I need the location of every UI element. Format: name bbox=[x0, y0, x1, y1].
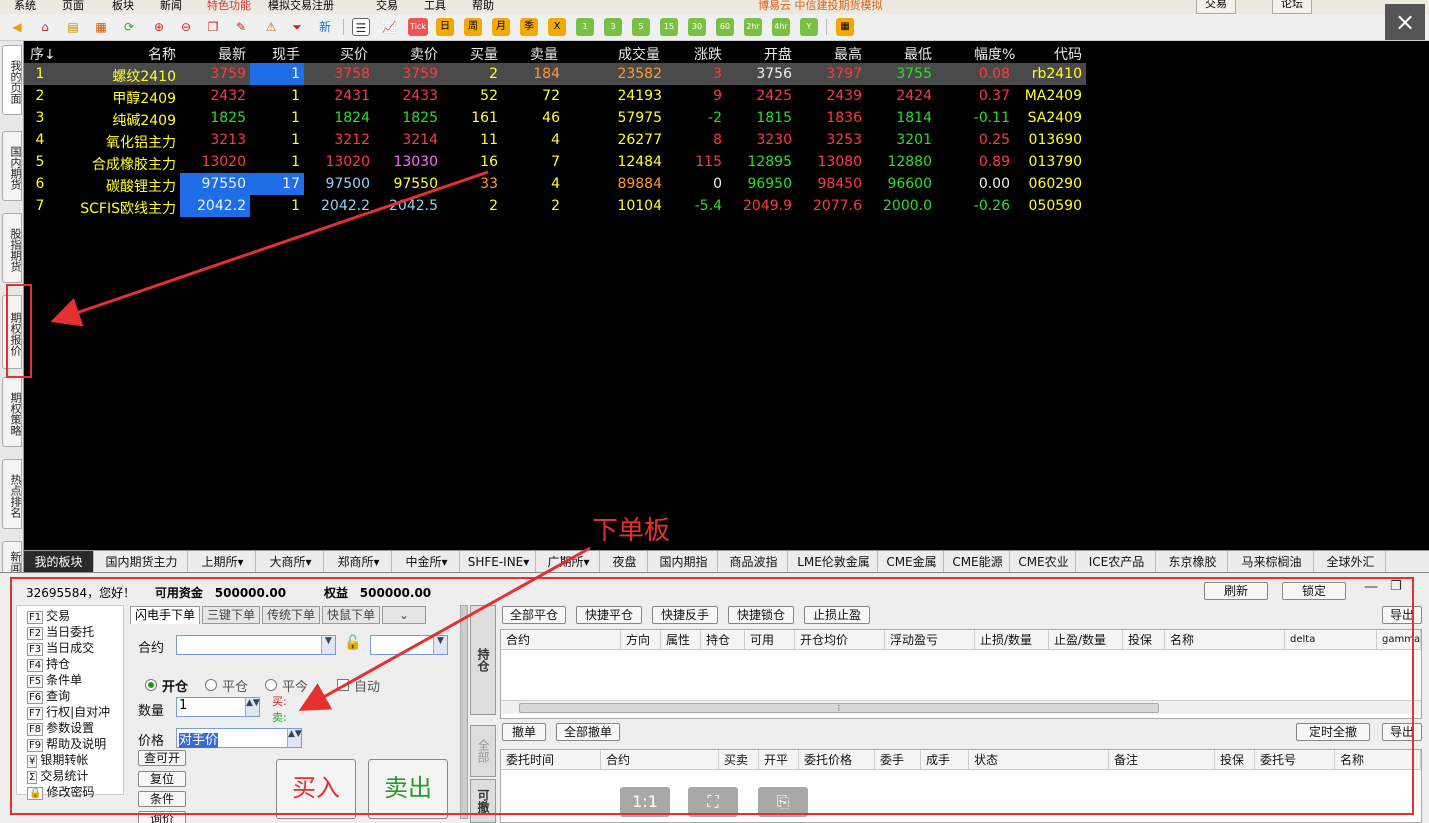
mtab-forex[interactable]: 全球外汇 bbox=[1316, 551, 1386, 573]
menu-sector[interactable]: 板块 bbox=[112, 0, 134, 13]
vtab-hot-ranking[interactable]: 热点排名 bbox=[2, 459, 22, 529]
period-week[interactable]: 周 bbox=[464, 18, 482, 36]
forum-top-button[interactable]: 论坛 bbox=[1272, 0, 1312, 14]
menu-page[interactable]: 页面 bbox=[62, 0, 84, 13]
col-seq[interactable]: 序↓ bbox=[30, 44, 56, 64]
table-row[interactable]: 1 螺纹2410 3759 1 3758 3759 2 184 23582 3 … bbox=[24, 63, 1086, 85]
mtab-night[interactable]: 夜盘 bbox=[602, 551, 648, 573]
table-row[interactable]: 2 甲醇2409 2432 1 2431 2433 52 72 24193 9 … bbox=[24, 85, 1086, 107]
menu-sim-register[interactable]: 模拟交易注册 bbox=[268, 0, 334, 13]
close-icon[interactable]: × bbox=[1385, 4, 1425, 40]
col-open[interactable]: 开盘 bbox=[764, 44, 792, 64]
trade-top-button[interactable]: 交易 bbox=[1196, 0, 1236, 14]
menu-features[interactable]: 特色功能 bbox=[207, 0, 251, 13]
mtab-my-sector[interactable]: 我的板块 bbox=[24, 551, 94, 573]
col-ask[interactable]: 卖价 bbox=[410, 44, 438, 64]
period-day[interactable]: 日 bbox=[436, 18, 454, 36]
home-icon[interactable]: ⌂ bbox=[36, 18, 54, 36]
menu-system[interactable]: 系统 bbox=[14, 0, 36, 13]
period-60m[interactable]: 60 bbox=[716, 18, 734, 36]
mtab-shfe[interactable]: 上期所▾ bbox=[190, 551, 256, 573]
period-5m[interactable]: 5 bbox=[632, 18, 650, 36]
zoom-in-icon[interactable]: ⊕ bbox=[150, 18, 168, 36]
table-row[interactable]: 3 纯碱2409 1825 1 1824 1825 161 46 57975 -… bbox=[24, 107, 1086, 129]
period-1m[interactable]: 1 bbox=[576, 18, 594, 36]
app-window: 系统 页面 板块 新闻 特色功能 模拟交易注册 交易 工具 帮助 博易云 中信建… bbox=[0, 0, 1429, 823]
mtab-cffex[interactable]: 中金所▾ bbox=[394, 551, 460, 573]
filter-icon[interactable]: ⏷ bbox=[288, 18, 306, 36]
col-bid[interactable]: 买价 bbox=[340, 44, 368, 64]
quote-table-header: 序↓ 名称 最新 现手 买价 卖价 买量 卖量 成交量 涨跌 开盘 最高 最低 … bbox=[24, 41, 1424, 63]
folder-icon[interactable]: ▤ bbox=[64, 18, 82, 36]
order-panel-annotation: 下单板 bbox=[592, 516, 671, 546]
mtab-czce[interactable]: 郑商所▾ bbox=[326, 551, 392, 573]
tick-button[interactable]: Tick bbox=[408, 18, 428, 36]
col-high[interactable]: 最高 bbox=[834, 44, 862, 64]
period-30m[interactable]: 30 bbox=[688, 18, 706, 36]
mtab-vol-index[interactable]: 商品波指 bbox=[720, 551, 788, 573]
col-pct[interactable]: 幅度% bbox=[974, 44, 1015, 64]
col-last[interactable]: 最新 bbox=[218, 44, 246, 64]
table-row[interactable]: 4 氧化铝主力 3213 1 3212 3214 11 4 26277 8 32… bbox=[24, 129, 1086, 151]
period-3m[interactable]: 3 bbox=[604, 18, 622, 36]
mtab-cme-agri[interactable]: CME农业 bbox=[1012, 551, 1076, 573]
highlight-box-option-quotes bbox=[6, 284, 32, 378]
pen-icon[interactable]: ✎ bbox=[232, 18, 250, 36]
mtab-lme[interactable]: LME伦敦金属 bbox=[790, 551, 878, 573]
calc-icon[interactable]: ▦ bbox=[836, 18, 854, 36]
list-view-icon[interactable]: ☰ bbox=[352, 18, 370, 36]
menu-help[interactable]: 帮助 bbox=[472, 0, 494, 13]
mtab-index-futures[interactable]: 国内期指 bbox=[650, 551, 718, 573]
mtab-shfe-ine[interactable]: SHFE-INE▾ bbox=[462, 551, 536, 573]
table-row[interactable]: 6 碳酸锂主力 97550 17 97500 97550 33 4 89884 … bbox=[24, 173, 1086, 195]
promo-text: 博易云 中信建投期货模拟 bbox=[758, 0, 883, 12]
period-year[interactable]: Y bbox=[800, 18, 818, 36]
col-name[interactable]: 名称 bbox=[148, 44, 176, 64]
col-vol-now[interactable]: 现手 bbox=[272, 44, 300, 64]
menu-trade[interactable]: 交易 bbox=[376, 0, 398, 13]
mtab-ice-agri[interactable]: ICE农产品 bbox=[1078, 551, 1156, 573]
period-season[interactable]: 季 bbox=[520, 18, 538, 36]
mtab-tokyo-rubber[interactable]: 东京橡胶 bbox=[1158, 551, 1228, 573]
table-row[interactable]: 7 SCFIS欧线主力 2042.2 1 2042.2 2042.5 2 2 1… bbox=[24, 195, 1086, 217]
mtab-palm-oil[interactable]: 马来棕榈油 bbox=[1230, 551, 1314, 573]
period-month[interactable]: 月 bbox=[492, 18, 510, 36]
mtab-main-contracts[interactable]: 国内期货主力 bbox=[96, 551, 188, 573]
f10-icon[interactable]: ▦ bbox=[92, 18, 110, 36]
vtab-index-futures[interactable]: 股指期货 bbox=[2, 213, 22, 283]
chart-icon[interactable]: 📈 bbox=[380, 18, 398, 36]
period-4hr[interactable]: 4hr bbox=[772, 18, 790, 36]
menu-tools[interactable]: 工具 bbox=[424, 0, 446, 13]
menu-bar: 系统 页面 板块 新闻 特色功能 模拟交易注册 交易 工具 帮助 博易云 中信建… bbox=[0, 0, 1429, 14]
col-volume[interactable]: 成交量 bbox=[618, 44, 660, 64]
period-2hr[interactable]: 2hr bbox=[744, 18, 762, 36]
col-bid-qty[interactable]: 买量 bbox=[470, 44, 498, 64]
vtab-domestic-futures[interactable]: 国内期货 bbox=[2, 131, 22, 201]
col-code[interactable]: 代码 bbox=[1054, 44, 1082, 64]
col-ask-qty[interactable]: 卖量 bbox=[530, 44, 558, 64]
toolbar: ◀ ⌂ ▤ ▦ ⟳ ⊕ ⊖ ❐ ✎ ⚠ ⏷ 新 ☰ 📈 Tick 日 周 月 季… bbox=[0, 14, 1429, 41]
vtab-option-strategy[interactable]: 期权策略 bbox=[2, 377, 22, 447]
back-arrow-icon[interactable]: ◀ bbox=[8, 18, 26, 36]
windows-icon[interactable]: ❐ bbox=[204, 18, 222, 36]
alert-icon[interactable]: ⚠ bbox=[262, 18, 280, 36]
period-15m[interactable]: 15 bbox=[660, 18, 678, 36]
menu-news[interactable]: 新闻 bbox=[160, 0, 182, 13]
col-low[interactable]: 最低 bbox=[904, 44, 932, 64]
mtab-gfex[interactable]: 广期所▾ bbox=[538, 551, 600, 573]
market-tabs: 我的板块 国内期货主力 上期所▾ 大商所▾ 郑商所▾ 中金所▾ SHFE-INE… bbox=[24, 550, 1429, 573]
col-change[interactable]: 涨跌 bbox=[694, 44, 722, 64]
table-row[interactable]: 5 合成橡胶主力 13020 1 13020 13030 16 7 12484 … bbox=[24, 151, 1086, 173]
mtab-cme-energy[interactable]: CME能源 bbox=[946, 551, 1010, 573]
vtab-my-page[interactable]: 我的页面 bbox=[2, 45, 22, 115]
mtab-dce[interactable]: 大商所▾ bbox=[258, 551, 324, 573]
zoom-out-icon[interactable]: ⊖ bbox=[177, 18, 195, 36]
mtab-cme-metal[interactable]: CME金属 bbox=[880, 551, 944, 573]
new-button[interactable]: 新 bbox=[316, 18, 334, 36]
period-x[interactable]: X bbox=[548, 18, 566, 36]
highlight-box-order-panel bbox=[10, 577, 1414, 815]
refresh-icon[interactable]: ⟳ bbox=[120, 18, 138, 36]
